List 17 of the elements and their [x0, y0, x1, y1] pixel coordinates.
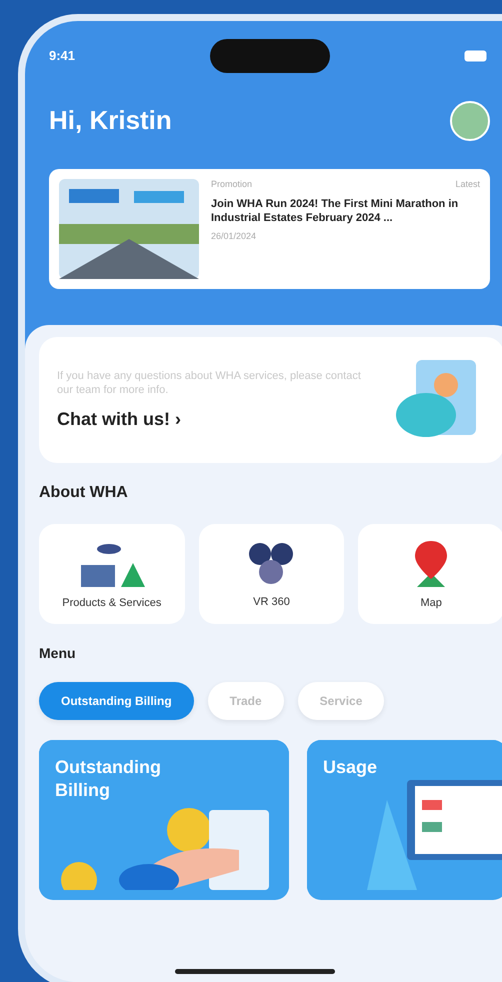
news-category: Promotion — [211, 179, 252, 191]
about-tile[interactable]: Products & Services — [39, 524, 185, 624]
news-tag: Latest — [455, 179, 480, 191]
menu-card-title: Outstanding Billing — [55, 756, 162, 802]
section-title: About WHA — [39, 483, 129, 503]
status-time: 9:41 — [49, 48, 76, 64]
news-date: 26/01/2024 — [211, 231, 258, 243]
menu-card-title: Usage — [323, 756, 378, 779]
news-title: Join WHA Run 2024! The First Mini Marathon in Industrial Estates February 2024 ... — [211, 196, 460, 226]
section-title: Menu — [39, 644, 77, 662]
avatar — [450, 101, 490, 141]
chat-link[interactable]: Chat with us! › — [57, 408, 374, 431]
menu-tab[interactable]: Outstanding Billing — [39, 682, 194, 720]
about-tile[interactable]: Map — [358, 524, 502, 624]
greeting: Hi, Kristin — [49, 104, 172, 138]
news-card[interactable]: Promotion Latest Join WHA Run 2024! The First Mini Marathon in Industrial Estates February 2024 ... 26/01/2024 — [49, 169, 490, 289]
about-tile[interactable]: VR 360 — [198, 524, 344, 624]
